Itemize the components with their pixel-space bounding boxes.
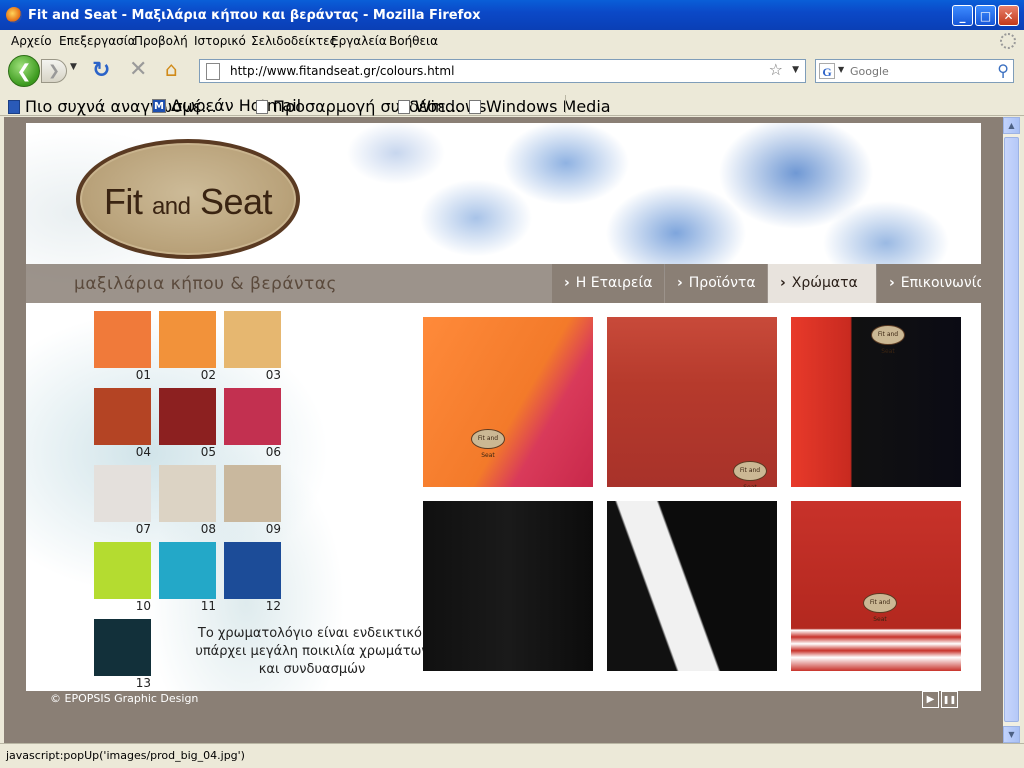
swatch-number: 01 bbox=[135, 368, 151, 382]
product-photo-1[interactable]: Fit and Seat bbox=[423, 317, 593, 487]
window-titlebar: Fit and Seat - Μαξιλάρια κήπου και βεράν… bbox=[0, 0, 1024, 30]
chevron-right-icon: › bbox=[780, 275, 786, 291]
search-engine-dropdown-icon[interactable]: ▼ bbox=[838, 65, 844, 74]
menu-bookmarks[interactable]: Σελιδοδείκτες bbox=[251, 34, 337, 48]
bookmark-windows-media[interactable]: Windows Media bbox=[469, 96, 611, 116]
colour-swatch-02[interactable] bbox=[159, 311, 216, 368]
colour-swatch-06[interactable] bbox=[224, 388, 281, 445]
status-bar: javascript:popUp('images/prod_big_04.jpg… bbox=[0, 743, 1024, 768]
swatch-number: 05 bbox=[200, 445, 216, 459]
close-button[interactable]: ✕ bbox=[998, 5, 1019, 26]
swatch-number: 06 bbox=[265, 445, 281, 459]
product-photo-6[interactable]: Fit and Seat bbox=[791, 501, 961, 671]
bookmark-star-icon[interactable]: ☆ bbox=[769, 60, 783, 79]
throbber-icon bbox=[1000, 33, 1016, 49]
product-tag-1: Fit and Seat bbox=[471, 429, 505, 459]
site-container: Fit and Seat μαξιλάρια κήπου & βεράντας … bbox=[26, 123, 981, 709]
page-viewport: Fit and Seat μαξιλάρια κήπου & βεράντας … bbox=[4, 117, 1003, 743]
window-title: Fit and Seat - Μαξιλάρια κήπου και βεράν… bbox=[28, 8, 481, 23]
colour-swatch-04[interactable] bbox=[94, 388, 151, 445]
colours-note: Το χρωματολόγιο είναι ενδεικτικό, υπάρχε… bbox=[195, 626, 429, 677]
swatch-number: 13 bbox=[135, 676, 151, 690]
menu-bar: Αρχείο Επεξεργασία Προβολή Ιστορικό Σελι… bbox=[0, 30, 1024, 52]
page-icon bbox=[398, 99, 410, 114]
colour-swatch-07[interactable] bbox=[94, 465, 151, 522]
product-tag-3: Fit and Seat bbox=[871, 325, 905, 355]
product-tag-2: Fit and Seat bbox=[733, 461, 767, 487]
product-photo-4[interactable] bbox=[423, 501, 593, 671]
swatch-number: 11 bbox=[200, 599, 216, 613]
colour-swatch-03[interactable] bbox=[224, 311, 281, 368]
logo-seat: Seat bbox=[190, 181, 273, 222]
chevron-right-icon: › bbox=[677, 275, 683, 291]
product-tag-6: Fit and Seat bbox=[863, 593, 897, 623]
msn-icon: M bbox=[152, 98, 166, 113]
swatch-number: 08 bbox=[200, 522, 216, 536]
colour-swatch-01[interactable] bbox=[94, 311, 151, 368]
reload-icon[interactable]: ↻ bbox=[92, 58, 110, 83]
vertical-scrollbar[interactable]: ▲ ▼ bbox=[1003, 117, 1020, 743]
swatch-number: 07 bbox=[135, 522, 151, 536]
search-input[interactable] bbox=[850, 63, 990, 79]
colour-swatch-08[interactable] bbox=[159, 465, 216, 522]
url-bar[interactable]: http://www.fitandseat.gr/colours.html ☆ … bbox=[199, 59, 806, 83]
back-button[interactable]: ❮ bbox=[8, 55, 40, 87]
swatch-number: 02 bbox=[200, 368, 216, 382]
site-logo[interactable]: Fit and Seat bbox=[76, 139, 300, 259]
site-tagline: μαξιλάρια κήπου & βεράντας bbox=[74, 274, 337, 294]
swatch-number: 10 bbox=[135, 599, 151, 613]
page-icon bbox=[469, 99, 481, 114]
rss-folder-icon bbox=[8, 99, 20, 114]
nav-company[interactable]: › Η Εταιρεία bbox=[552, 264, 664, 303]
scroll-up-icon[interactable]: ▲ bbox=[1003, 117, 1020, 134]
search-icon[interactable]: ⚲ bbox=[997, 61, 1009, 80]
status-text: javascript:popUp('images/prod_big_04.jpg… bbox=[6, 749, 245, 762]
pause-icon[interactable]: ❚❚ bbox=[941, 691, 958, 708]
play-icon[interactable]: ▶ bbox=[922, 691, 939, 708]
forward-button[interactable]: ❯ bbox=[41, 59, 67, 83]
maximize-button[interactable]: □ bbox=[975, 5, 996, 26]
colour-swatch-12[interactable] bbox=[224, 542, 281, 599]
colour-swatch-09[interactable] bbox=[224, 465, 281, 522]
colour-swatch-11[interactable] bbox=[159, 542, 216, 599]
home-icon[interactable]: ⌂ bbox=[165, 57, 178, 81]
menu-history[interactable]: Ιστορικό bbox=[194, 34, 246, 48]
scroll-thumb[interactable] bbox=[1004, 137, 1019, 722]
stop-icon[interactable]: ✕ bbox=[129, 57, 147, 82]
nav-colours[interactable]: › Χρώματα bbox=[768, 264, 876, 303]
swatch-number: 09 bbox=[265, 522, 281, 536]
page-icon bbox=[256, 99, 268, 114]
menu-tools[interactable]: Εργαλεία bbox=[331, 34, 387, 48]
colour-swatch-05[interactable] bbox=[159, 388, 216, 445]
menu-view[interactable]: Προβολή bbox=[134, 34, 188, 48]
bookmarks-separator bbox=[565, 95, 566, 113]
url-text[interactable]: http://www.fitandseat.gr/colours.html bbox=[230, 64, 454, 78]
menu-file[interactable]: Αρχείο bbox=[11, 34, 52, 48]
scroll-down-icon[interactable]: ▼ bbox=[1003, 726, 1020, 743]
logo-fit: Fit bbox=[103, 181, 152, 222]
colour-swatch-10[interactable] bbox=[94, 542, 151, 599]
chevron-right-icon: › bbox=[564, 275, 570, 291]
swatch-number: 03 bbox=[265, 368, 281, 382]
logo-and: and bbox=[151, 193, 191, 220]
menu-help[interactable]: Βοήθεια bbox=[389, 34, 438, 48]
swatch-number: 04 bbox=[135, 445, 151, 459]
nav-contact[interactable]: › Επικοινωνία bbox=[877, 264, 981, 303]
product-photo-5[interactable] bbox=[607, 501, 777, 671]
colour-swatch-13[interactable] bbox=[94, 619, 151, 676]
google-engine-icon[interactable]: G bbox=[819, 63, 835, 79]
minimize-button[interactable]: _ bbox=[952, 5, 973, 26]
search-bar[interactable]: G ▼ ⚲ bbox=[815, 59, 1014, 83]
url-dropdown-icon[interactable]: ▼ bbox=[792, 65, 799, 75]
swatch-number: 12 bbox=[265, 599, 281, 613]
copyright: © EPOPSIS Graphic Design bbox=[50, 692, 199, 705]
chevron-right-icon: › bbox=[889, 275, 895, 291]
product-photo-3[interactable]: Fit and Seat bbox=[791, 317, 961, 487]
firefox-icon bbox=[6, 7, 22, 23]
menu-edit[interactable]: Επεξεργασία bbox=[59, 34, 136, 48]
product-photo-2[interactable]: Fit and Seat bbox=[607, 317, 777, 487]
nav-products[interactable]: › Προϊόντα bbox=[665, 264, 767, 303]
page-icon bbox=[206, 63, 220, 80]
history-dropdown-icon[interactable]: ▼ bbox=[70, 62, 77, 72]
